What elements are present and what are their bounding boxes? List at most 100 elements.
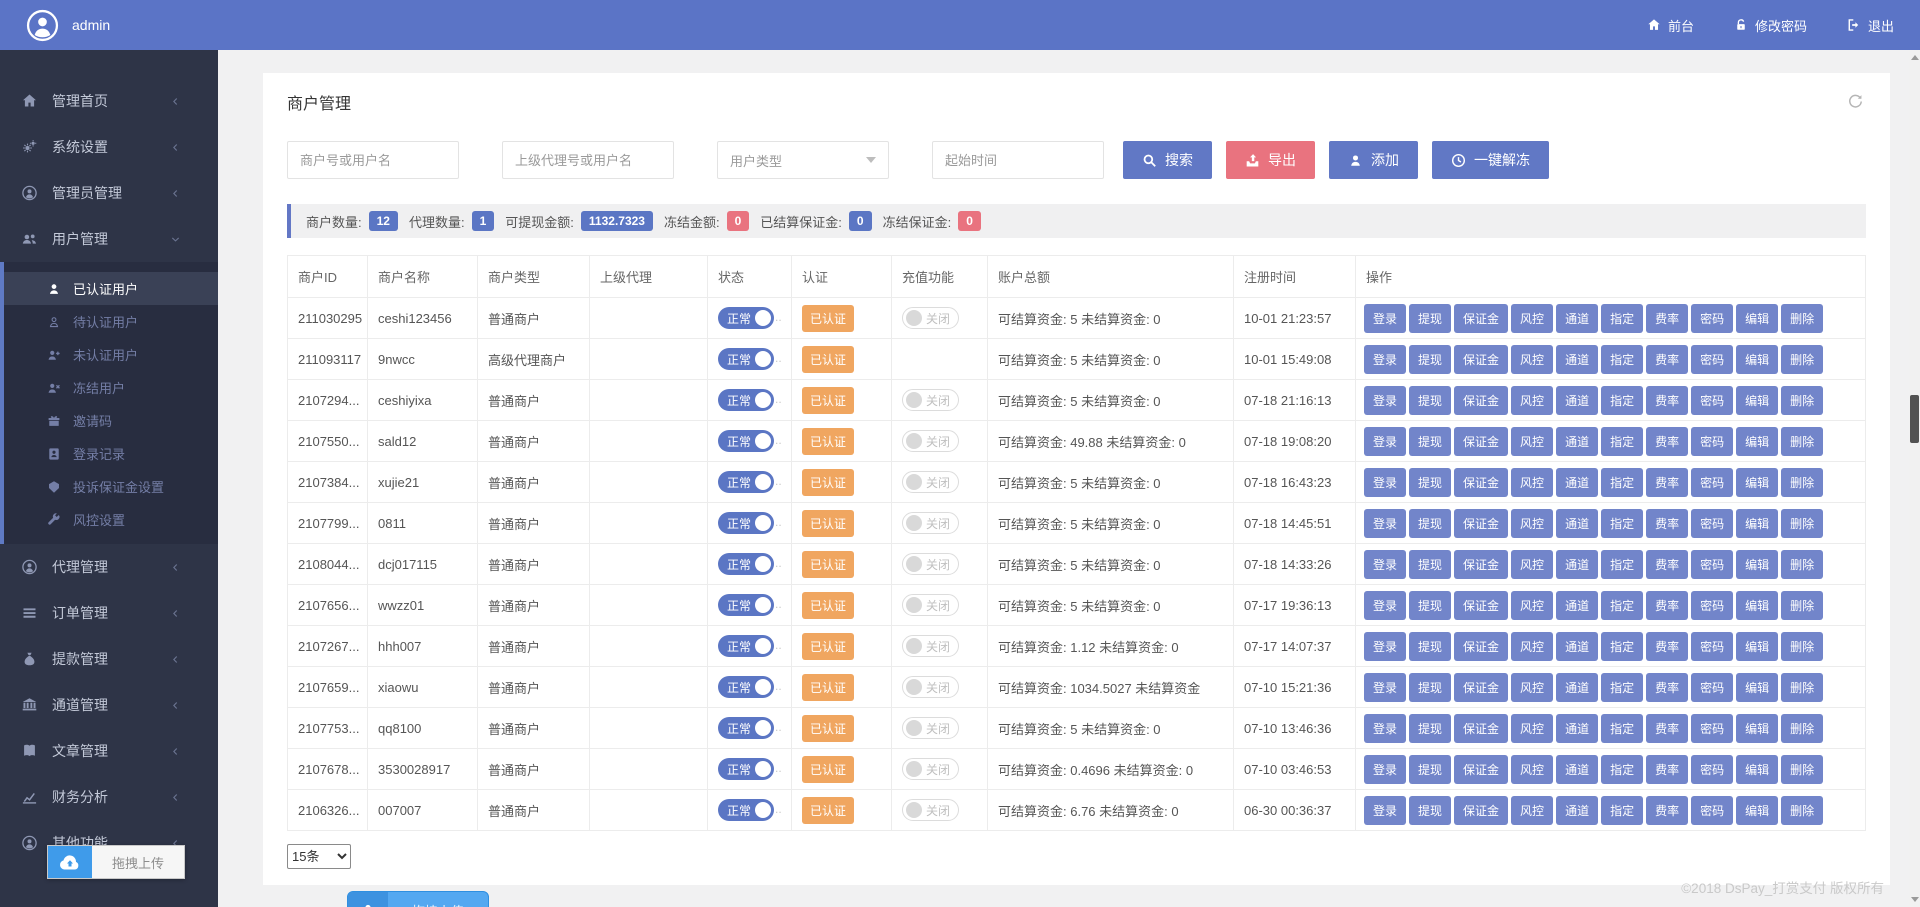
sidebar-subitem-frozen-users[interactable]: 冻结用户: [4, 371, 218, 404]
delete-action-button[interactable]: 删除: [1781, 468, 1823, 497]
certified-badge[interactable]: 已认证: [802, 469, 854, 496]
recharge-toggle-off[interactable]: 关闭: [902, 594, 959, 616]
withdraw-action-button[interactable]: 提现: [1409, 509, 1451, 538]
status-toggle-on[interactable]: 正常: [718, 348, 774, 370]
deposit-action-button[interactable]: 保证金: [1454, 468, 1508, 497]
sidebar-item-agent-management[interactable]: 代理管理: [0, 544, 218, 590]
status-toggle-on[interactable]: 正常: [718, 717, 774, 739]
topnav-change-password[interactable]: 修改密码: [1734, 16, 1807, 35]
sidebar-item-channel-management[interactable]: 通道管理: [0, 682, 218, 728]
delete-action-button[interactable]: 删除: [1781, 550, 1823, 579]
status-toggle-on[interactable]: 正常: [718, 430, 774, 452]
rate-action-button[interactable]: 费率: [1646, 796, 1688, 825]
login-action-button[interactable]: 登录: [1364, 755, 1406, 784]
rate-action-button[interactable]: 费率: [1646, 673, 1688, 702]
recharge-toggle-off[interactable]: 关闭: [902, 635, 959, 657]
assign-action-button[interactable]: 指定: [1601, 304, 1643, 333]
risk-action-button[interactable]: 风控: [1511, 550, 1553, 579]
withdraw-action-button[interactable]: 提现: [1409, 755, 1451, 784]
sidebar-subitem-risk-settings[interactable]: 风控设置: [4, 503, 218, 536]
scroll-up-arrow[interactable]: [1911, 55, 1919, 60]
assign-action-button[interactable]: 指定: [1601, 345, 1643, 374]
withdraw-action-button[interactable]: 提现: [1409, 386, 1451, 415]
channel-action-button[interactable]: 通道: [1556, 345, 1598, 374]
deposit-action-button[interactable]: 保证金: [1454, 714, 1508, 743]
login-action-button[interactable]: 登录: [1364, 591, 1406, 620]
edit-action-button[interactable]: 编辑: [1736, 673, 1778, 702]
deposit-action-button[interactable]: 保证金: [1454, 550, 1508, 579]
rate-action-button[interactable]: 费率: [1646, 550, 1688, 579]
rate-action-button[interactable]: 费率: [1646, 632, 1688, 661]
assign-action-button[interactable]: 指定: [1601, 796, 1643, 825]
status-toggle-on[interactable]: 正常: [718, 758, 774, 780]
certified-badge[interactable]: 已认证: [802, 674, 854, 701]
certified-badge[interactable]: 已认证: [802, 756, 854, 783]
sidebar-item-dashboard[interactable]: 管理首页: [0, 78, 218, 124]
status-toggle-on[interactable]: 正常: [718, 676, 774, 698]
login-action-button[interactable]: 登录: [1364, 304, 1406, 333]
scroll-down-arrow[interactable]: [1911, 897, 1919, 902]
sidebar-subitem-complaint-deposit-settings[interactable]: 投诉保证金设置: [4, 470, 218, 503]
risk-action-button[interactable]: 风控: [1511, 427, 1553, 456]
edit-action-button[interactable]: 编辑: [1736, 386, 1778, 415]
delete-action-button[interactable]: 删除: [1781, 427, 1823, 456]
recharge-toggle-off[interactable]: 关闭: [902, 389, 959, 411]
certified-badge[interactable]: 已认证: [802, 305, 854, 332]
deposit-action-button[interactable]: 保证金: [1454, 345, 1508, 374]
sidebar-subitem-certified-users[interactable]: 已认证用户: [4, 272, 218, 305]
password-action-button[interactable]: 密码: [1691, 304, 1733, 333]
delete-action-button[interactable]: 删除: [1781, 386, 1823, 415]
password-action-button[interactable]: 密码: [1691, 427, 1733, 456]
scrollbar-thumb[interactable]: [1910, 395, 1919, 443]
search-button[interactable]: 搜索: [1123, 141, 1212, 179]
status-toggle-on[interactable]: 正常: [718, 471, 774, 493]
delete-action-button[interactable]: 删除: [1781, 345, 1823, 374]
certified-badge[interactable]: 已认证: [802, 510, 854, 537]
assign-action-button[interactable]: 指定: [1601, 427, 1643, 456]
withdraw-action-button[interactable]: 提现: [1409, 632, 1451, 661]
risk-action-button[interactable]: 风控: [1511, 468, 1553, 497]
assign-action-button[interactable]: 指定: [1601, 509, 1643, 538]
certified-badge[interactable]: 已认证: [802, 715, 854, 742]
sidebar-subitem-pending-users[interactable]: 待认证用户: [4, 305, 218, 338]
status-toggle-on[interactable]: 正常: [718, 512, 774, 534]
deposit-action-button[interactable]: 保证金: [1454, 591, 1508, 620]
rate-action-button[interactable]: 费率: [1646, 714, 1688, 743]
sidebar-item-order-management[interactable]: 订单管理: [0, 590, 218, 636]
status-toggle-on[interactable]: 正常: [718, 799, 774, 821]
refresh-icon[interactable]: [1847, 93, 1864, 110]
delete-action-button[interactable]: 删除: [1781, 509, 1823, 538]
withdraw-action-button[interactable]: 提现: [1409, 591, 1451, 620]
assign-action-button[interactable]: 指定: [1601, 632, 1643, 661]
recharge-toggle-off[interactable]: 关闭: [902, 758, 959, 780]
login-action-button[interactable]: 登录: [1364, 345, 1406, 374]
channel-action-button[interactable]: 通道: [1556, 714, 1598, 743]
recharge-toggle-off[interactable]: 关闭: [902, 676, 959, 698]
password-action-button[interactable]: 密码: [1691, 714, 1733, 743]
channel-action-button[interactable]: 通道: [1556, 632, 1598, 661]
deposit-action-button[interactable]: 保证金: [1454, 632, 1508, 661]
edit-action-button[interactable]: 编辑: [1736, 755, 1778, 784]
recharge-toggle-off[interactable]: 关闭: [902, 799, 959, 821]
start-time-input[interactable]: [932, 141, 1104, 179]
certified-badge[interactable]: 已认证: [802, 428, 854, 455]
assign-action-button[interactable]: 指定: [1601, 755, 1643, 784]
delete-action-button[interactable]: 删除: [1781, 755, 1823, 784]
deposit-action-button[interactable]: 保证金: [1454, 796, 1508, 825]
certified-badge[interactable]: 已认证: [802, 551, 854, 578]
topnav-logout[interactable]: 退出: [1847, 16, 1894, 35]
sidebar-item-article-management[interactable]: 文章管理: [0, 728, 218, 774]
password-action-button[interactable]: 密码: [1691, 796, 1733, 825]
rate-action-button[interactable]: 费率: [1646, 304, 1688, 333]
risk-action-button[interactable]: 风控: [1511, 345, 1553, 374]
deposit-action-button[interactable]: 保证金: [1454, 427, 1508, 456]
risk-action-button[interactable]: 风控: [1511, 632, 1553, 661]
topbar-user[interactable]: admin: [26, 9, 110, 42]
edit-action-button[interactable]: 编辑: [1736, 714, 1778, 743]
withdraw-action-button[interactable]: 提现: [1409, 550, 1451, 579]
channel-action-button[interactable]: 通道: [1556, 550, 1598, 579]
login-action-button[interactable]: 登录: [1364, 714, 1406, 743]
withdraw-action-button[interactable]: 提现: [1409, 673, 1451, 702]
risk-action-button[interactable]: 风控: [1511, 714, 1553, 743]
risk-action-button[interactable]: 风控: [1511, 673, 1553, 702]
